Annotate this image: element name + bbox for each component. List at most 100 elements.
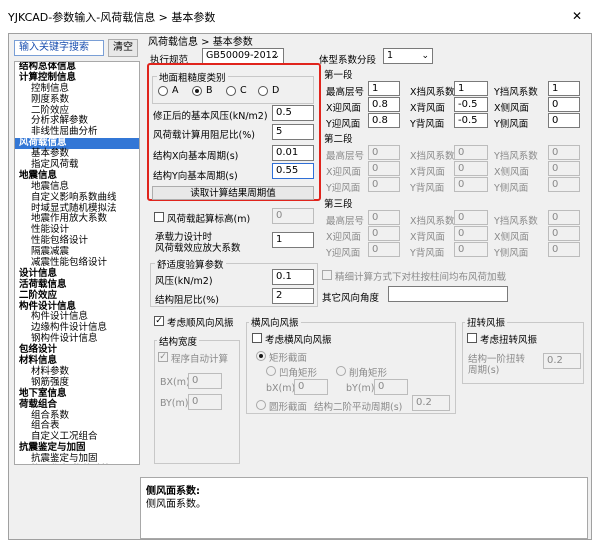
torsion-period-label-2: 周期(s) [468, 365, 500, 376]
circle-radio[interactable] [256, 400, 266, 410]
nav-tree: 结构总体信息 计算控制信息 控制信息 刚度系数 二阶效应 分析求解参数 非线性屈曲分析 风荷载… [14, 61, 140, 465]
segment-field-label: Y背风面 [410, 183, 445, 194]
chamfer-radio[interactable] [336, 366, 346, 376]
tree-item[interactable]: 刚度系数 [15, 94, 139, 106]
segment-field-label: X挡风系数 [410, 87, 455, 98]
rect-radio[interactable] [256, 351, 266, 361]
damping-input[interactable]: 5 [272, 124, 314, 140]
bearing-input[interactable]: 1 [272, 232, 314, 248]
segment-field-input[interactable]: 0 [548, 113, 580, 128]
segment-field-input[interactable]: 0 [548, 177, 580, 192]
segment-field-input[interactable]: 1 [548, 81, 580, 96]
period2-input[interactable]: 0.2 [412, 395, 450, 411]
damping-label: 风荷载计算用阻尼比(%) [153, 130, 255, 141]
segment-field-input[interactable]: 0.8 [368, 113, 400, 128]
concave-label: 凹角矩形 [279, 368, 318, 379]
bx-input[interactable]: 0 [188, 373, 222, 389]
torsion-checkbox[interactable] [467, 333, 477, 343]
tree-item[interactable]: 荷载组合 [15, 399, 139, 411]
comfort-damping-input[interactable]: 2 [272, 288, 314, 304]
segment-field-input[interactable]: 0 [368, 210, 400, 225]
concave-radio[interactable] [266, 366, 276, 376]
segment-field-input[interactable]: 0 [368, 177, 400, 192]
segment-field-label: Y侧风面 [494, 183, 529, 194]
segment-field-input[interactable]: 0 [548, 161, 580, 176]
roughness-option-label: C [240, 85, 247, 96]
segment-field-input[interactable]: 0 [548, 242, 580, 257]
auto-calc-checkbox[interactable]: ✓ [158, 352, 168, 362]
roughness-radio-b[interactable] [192, 86, 202, 96]
clear-button[interactable]: 清空 [108, 39, 138, 57]
segment-field-label: Y侧风面 [494, 119, 529, 130]
segment-field-input[interactable]: 0 [454, 210, 488, 225]
uplift-input[interactable]: 0 [272, 208, 314, 224]
circle-label: 圆形截面 [269, 402, 308, 413]
segment-field-input[interactable]: 0 [454, 177, 488, 192]
segment-field-input[interactable]: 0 [368, 226, 400, 241]
segment-field-input[interactable]: 0 [548, 210, 580, 225]
segment-field-input[interactable]: 0 [454, 161, 488, 176]
period-y-input[interactable]: 0.55 [272, 163, 314, 179]
torsion-label: 考虑扭转风振 [480, 335, 538, 346]
segment-field-input[interactable]: -0.5 [454, 97, 488, 112]
cross-wind-checkbox[interactable] [252, 333, 262, 343]
tree-item[interactable]: 二阶效应 [15, 290, 139, 302]
code-select[interactable]: GB50009-2012 ⌄ [202, 48, 284, 64]
segment-field-label: X背风面 [410, 232, 446, 243]
segment-field-label: Y迎风面 [326, 248, 361, 259]
segment-field-input[interactable]: 0 [548, 145, 580, 160]
segment-field-label: X侧风面 [494, 103, 530, 114]
segment-field-input[interactable]: 0 [368, 145, 400, 160]
wind-pressure-input[interactable]: 0.5 [272, 105, 314, 121]
roughness-radio-a[interactable] [158, 86, 168, 96]
body-seg-select[interactable]: 1 ⌄ [383, 48, 433, 64]
segment-field-input[interactable]: 0 [454, 226, 488, 241]
segment-field-input[interactable]: 0 [548, 226, 580, 241]
segment-field-input[interactable]: 0 [368, 242, 400, 257]
fine-calc-checkbox[interactable] [322, 270, 332, 280]
along-wind-label: 考虑顺风向风振 [167, 318, 234, 329]
by-input[interactable]: 0 [188, 394, 222, 410]
by2-label: bY(m) [346, 383, 375, 394]
bx2-input[interactable]: 0 [294, 379, 328, 395]
segment-field-label: X侧风面 [494, 232, 530, 243]
segment-field-input[interactable]: 0 [368, 161, 400, 176]
close-icon[interactable]: ✕ [572, 9, 582, 23]
segment-field-input[interactable]: 0 [454, 242, 488, 257]
segment-field-label: X挡风系数 [410, 151, 455, 162]
wind-pressure-label: 修正后的基本风压(kN/m2) [153, 111, 268, 122]
segment-field-input[interactable]: -0.5 [454, 113, 488, 128]
fine-calc-label: 精细计算方式下对柱按柱间均布风荷加载 [335, 272, 507, 283]
segment-field-input[interactable]: 0 [454, 145, 488, 160]
read-period-button[interactable]: 读取计算结果周期值 [152, 186, 314, 200]
roughness-radio-c[interactable] [226, 86, 236, 96]
segment-title: 第一段 [324, 70, 353, 81]
segment-field-input[interactable]: 1 [454, 81, 488, 96]
segment-field-label: X迎风面 [326, 232, 362, 243]
segment-field-label: Y迎风面 [326, 119, 361, 130]
comfort-pressure-input[interactable]: 0.1 [272, 269, 314, 285]
segment-field-label: X迎风面 [326, 103, 362, 114]
other-angle-input[interactable] [388, 286, 508, 302]
along-wind-checkbox[interactable]: ✓ [154, 316, 164, 326]
segment-field-input[interactable]: 0.8 [368, 97, 400, 112]
by2-input[interactable]: 0 [374, 379, 408, 395]
segment-field-label: Y挡风系数 [494, 87, 538, 98]
segment-field-label: 最高层号 [326, 151, 365, 162]
period-x-label: 结构X向基本周期(s) [153, 151, 239, 162]
cross-wind-group-label: 横风向风振 [249, 315, 301, 329]
search-input[interactable]: 输入关键字搜索 [14, 40, 104, 56]
tree-item[interactable]: 地下室信息 [15, 388, 139, 400]
roughness-radio-d[interactable] [258, 86, 268, 96]
torsion-period-input[interactable]: 0.2 [543, 353, 581, 369]
uplift-checkbox[interactable] [154, 212, 164, 222]
comfort-pressure-label: 风压(kN/m2) [155, 276, 213, 287]
tree-item[interactable]: 自定义影响系数曲线 [15, 192, 139, 204]
period-x-input[interactable]: 0.01 [272, 145, 314, 161]
segment-field-input[interactable]: 0 [548, 97, 580, 112]
segment-field-label: X挡风系数 [410, 216, 455, 227]
segment-field-input[interactable]: 1 [368, 81, 400, 96]
bx2-label: bX(m) [266, 383, 296, 394]
code-value: GB50009-2012 [206, 50, 278, 61]
by-label: BY(m) [160, 398, 189, 409]
